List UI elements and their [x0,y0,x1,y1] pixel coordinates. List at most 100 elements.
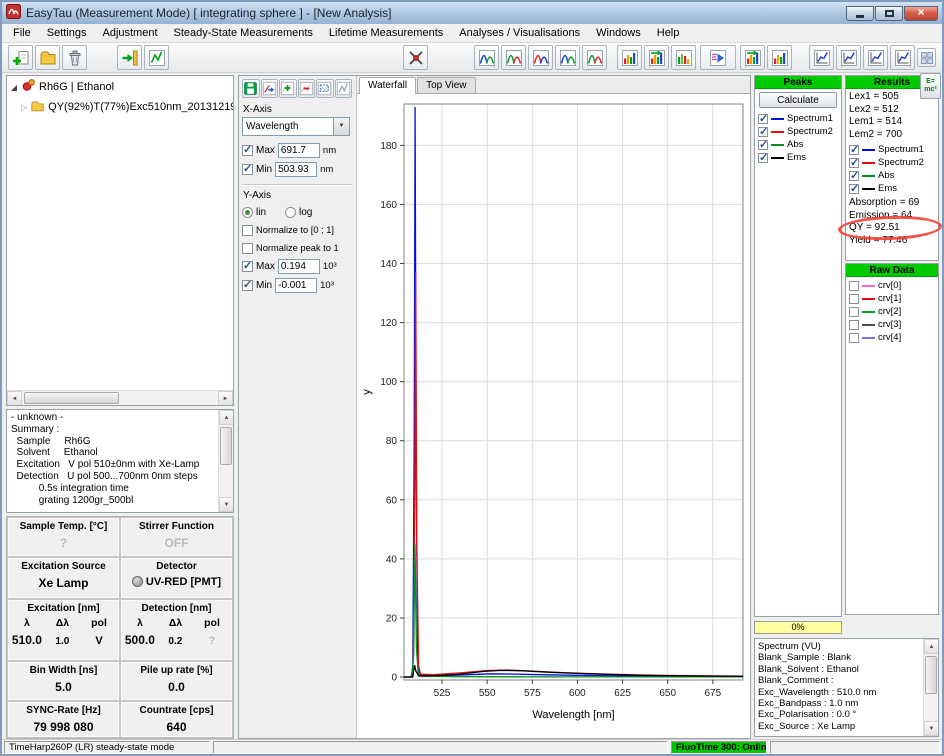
report-window-button[interactable] [890,45,915,70]
curve-checkbox[interactable] [849,333,859,343]
normalize-01-checkbox[interactable] [242,225,253,236]
curve-checkbox[interactable] [758,153,768,163]
tree-item-sample[interactable]: Rh6G | Ethanol [7,76,233,97]
x-min-checkbox[interactable] [242,164,253,175]
raw-data-item[interactable]: crv[1] [846,292,938,305]
anisotropy-spectrum-button[interactable] [555,45,580,70]
results-legend-item[interactable]: Ems [846,182,938,195]
scroll-down-button[interactable] [219,497,234,512]
formula-button[interactable]: E= mc² [920,73,941,99]
scrollbar-track[interactable] [22,391,218,405]
scrollbar-track[interactable] [219,425,233,497]
y-min-checkbox[interactable] [242,280,253,291]
scrollbar-track[interactable] [924,654,938,721]
raw-data-item[interactable]: crv[3] [846,318,938,331]
menu-item-lifetime-measurements[interactable]: Lifetime Measurements [321,25,451,41]
results-window-button[interactable] [863,45,888,70]
results-legend-item[interactable]: Abs [846,169,938,182]
chevron-down-icon[interactable] [333,118,349,135]
x-max-input[interactable] [278,143,320,158]
calculate-button[interactable]: Calculate [759,92,837,108]
curve-checkbox[interactable] [758,114,768,124]
open-button[interactable] [35,45,60,70]
curve-checkbox[interactable] [849,320,859,330]
raw-data-item[interactable]: crv[2] [846,305,938,318]
curve-checkbox[interactable] [849,281,859,291]
kinetics-measurement-button[interactable] [582,45,607,70]
peaks-legend-item[interactable]: Spectrum2 [755,125,841,138]
x-axis-type-dropdown[interactable]: Wavelength [242,117,350,136]
menu-item-analyses-visualisations[interactable]: Analyses / Visualisations [451,25,588,41]
y-lin-radio[interactable] [242,207,253,218]
spectrum-chart[interactable]: 5255505756006256506750204060801001201401… [357,94,751,740]
tcspc-decay-button[interactable] [617,45,642,70]
menu-item-adjustment[interactable]: Adjustment [94,25,165,41]
peaks-legend-item[interactable]: Abs [755,138,841,151]
raw-data-item[interactable]: crv[0] [846,279,938,292]
menu-item-help[interactable]: Help [649,25,688,41]
adjustment-button[interactable] [403,45,428,70]
synchronous-spectrum-button[interactable] [528,45,553,70]
curve-checkbox[interactable] [849,294,859,304]
spectra-analysis-window-button[interactable] [809,45,834,70]
results-legend-item[interactable]: Spectrum1 [846,143,938,156]
horizontal-scrollbar[interactable] [7,390,233,405]
normalize-peak-checkbox[interactable] [242,243,253,254]
zoom-out-button[interactable] [298,79,316,98]
x-min-input[interactable] [275,162,317,177]
curve-checkbox[interactable] [849,145,859,155]
curve-checkbox[interactable] [849,184,859,194]
menu-item-windows[interactable]: Windows [588,25,649,41]
scroll-down-button[interactable] [924,721,939,736]
zoom-selection-button[interactable] [316,79,334,98]
maximize-button[interactable] [875,6,903,21]
x-max-checkbox[interactable] [242,145,253,156]
curve-checkbox[interactable] [758,140,768,150]
import-measurement-button[interactable] [117,45,142,70]
vertical-scrollbar[interactable] [218,410,233,512]
expanded-icon[interactable] [9,81,19,93]
curve-checkbox[interactable] [849,171,859,181]
curve-checkbox[interactable] [849,307,859,317]
delete-button[interactable] [62,45,87,70]
scroll-right-button[interactable] [218,391,233,406]
scrollbar-thumb[interactable] [925,656,937,694]
tres-button[interactable] [644,45,669,70]
curve-checkbox[interactable] [849,158,859,168]
scroll-up-button[interactable] [219,410,234,425]
export-curve-button[interactable] [261,79,279,98]
new-analysis-button[interactable] [144,45,169,70]
y-min-input[interactable] [275,278,317,293]
decay-analysis-window-button[interactable] [836,45,861,70]
results-legend-item[interactable]: Spectrum2 [846,156,938,169]
menu-item-settings[interactable]: Settings [39,25,95,41]
waterfall-measurement-button[interactable] [700,45,736,70]
peaks-legend-item[interactable]: Ems [755,151,841,164]
raw-data-item[interactable]: crv[4] [846,331,938,344]
scroll-left-button[interactable] [7,391,22,406]
peaks-legend-item[interactable]: Spectrum1 [755,112,841,125]
vertical-scrollbar[interactable] [923,639,938,736]
anisotropy-decay-button[interactable] [671,45,696,70]
tab-waterfall[interactable]: Waterfall [359,77,416,94]
save-curve-button[interactable] [242,79,260,98]
excitation-spectrum-button[interactable] [501,45,526,70]
y-max-input[interactable] [278,259,320,274]
menu-item-file[interactable]: File [5,25,39,41]
y-max-checkbox[interactable] [242,261,253,272]
close-button[interactable] [904,6,938,21]
titlebar[interactable]: EasyTau (Measurement Mode) [ integrating… [2,2,942,24]
zoom-in-button[interactable] [279,79,297,98]
tab-top-view[interactable]: Top View [417,77,475,93]
zoom-reset-button[interactable] [335,79,353,98]
new-measurement-button[interactable] [8,45,33,70]
minimize-button[interactable] [846,6,874,21]
scroll-up-button[interactable] [924,639,939,654]
y-log-radio[interactable] [285,207,296,218]
scrollbar-thumb[interactable] [220,427,232,465]
curve-checkbox[interactable] [758,127,768,137]
menu-item-steady-state-measurements[interactable]: Steady-State Measurements [166,25,321,41]
tree-item-measurement[interactable]: QY(92%)T(77%)Exc510nm_20131219_1606 [7,97,233,117]
collapsed-icon[interactable] [21,101,27,113]
scrollbar-thumb[interactable] [24,392,119,404]
